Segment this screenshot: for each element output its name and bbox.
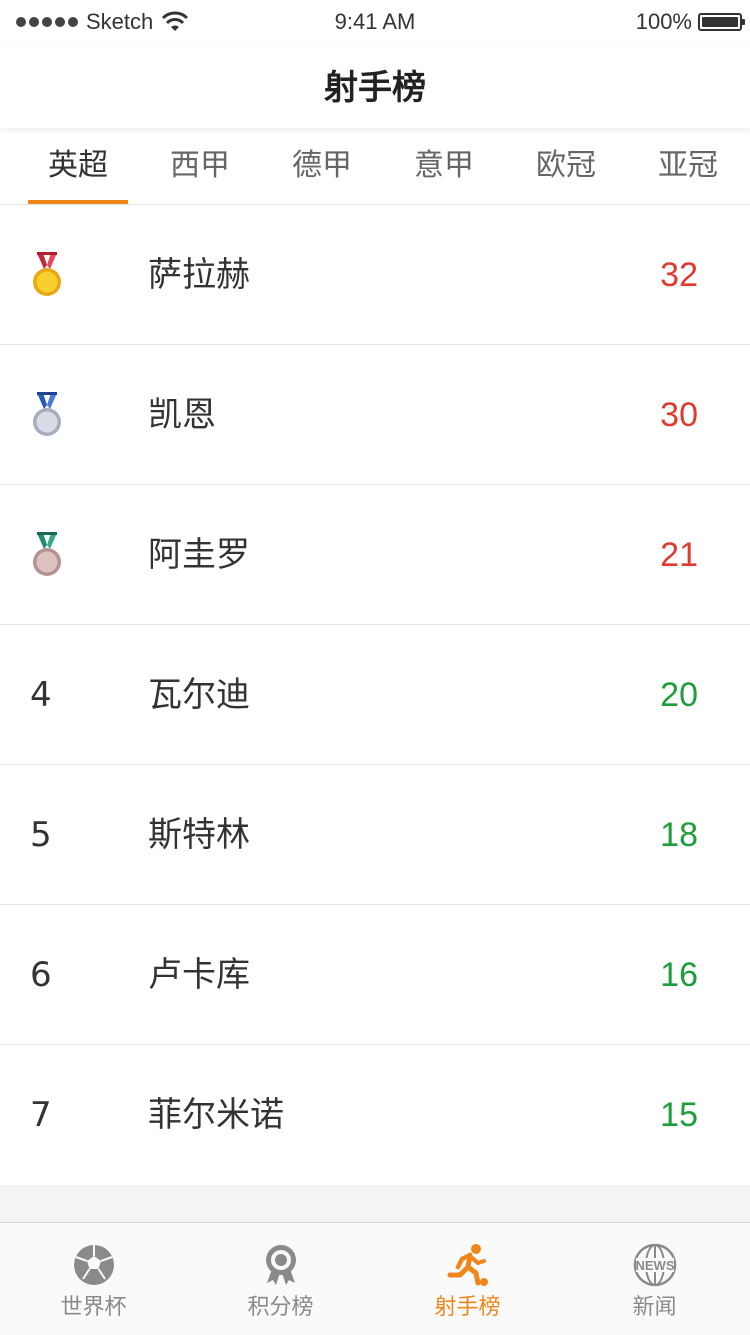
scorer-list: 萨拉赫 32 凯恩 30 阿圭罗 21 4 瓦尔迪 20 5 斯特林 18 6 … xyxy=(0,205,750,1185)
player-name: 阿圭罗 xyxy=(148,535,250,575)
bronze-medal-icon xyxy=(33,532,61,576)
list-item[interactable]: 萨拉赫 32 xyxy=(0,205,750,345)
gold-medal-icon xyxy=(33,252,61,296)
tab-champions-league[interactable]: 欧冠 xyxy=(516,128,616,204)
page-title: 射手榜 xyxy=(324,68,426,108)
goal-count: 18 xyxy=(660,816,698,854)
player-name: 瓦尔迪 xyxy=(148,675,250,715)
league-tabs: 英超 西甲 德甲 意甲 欧冠 亚冠 xyxy=(0,128,750,205)
running-player-icon xyxy=(447,1244,488,1286)
goal-count: 15 xyxy=(660,1096,698,1134)
list-item[interactable]: 7 菲尔米诺 15 xyxy=(0,1045,750,1185)
tab-label: 德甲 xyxy=(292,148,352,183)
silver-medal-icon xyxy=(33,392,61,436)
tabbar-item-world-cup[interactable]: 世界杯 xyxy=(0,1223,187,1335)
tab-afc-champions-league[interactable]: 亚冠 xyxy=(638,128,738,204)
tabbar-label: 新闻 xyxy=(632,1295,677,1320)
battery-percentage: 100% xyxy=(635,9,692,34)
goal-count: 21 xyxy=(660,536,698,574)
rank-number: 7 xyxy=(30,1095,52,1135)
tabbar-label: 世界杯 xyxy=(60,1295,127,1320)
tab-label: 西甲 xyxy=(170,148,230,183)
navigation-bar: 射手榜 xyxy=(0,44,750,128)
list-item[interactable]: 5 斯特林 18 xyxy=(0,765,750,905)
rank-number: 5 xyxy=(30,815,52,855)
player-name: 凯恩 xyxy=(148,395,216,435)
bottom-tab-bar: 世界杯 积分榜 射手榜 NEWS 新闻 xyxy=(0,1222,750,1335)
soccer-ball-icon xyxy=(73,1245,114,1285)
goal-count: 20 xyxy=(660,676,698,714)
tabbar-label: 积分榜 xyxy=(247,1295,314,1320)
goal-count: 30 xyxy=(660,396,698,434)
active-tab-indicator xyxy=(28,200,128,204)
tab-label: 意甲 xyxy=(414,148,474,183)
award-ribbon-icon xyxy=(265,1245,296,1285)
player-name: 菲尔米诺 xyxy=(148,1095,284,1135)
list-item[interactable]: 4 瓦尔迪 20 xyxy=(0,625,750,765)
tab-bundesliga[interactable]: 德甲 xyxy=(272,128,372,204)
goal-count: 16 xyxy=(660,956,698,994)
tabbar-item-standings[interactable]: 积分榜 xyxy=(187,1223,374,1335)
tabbar-item-top-scorers[interactable]: 射手榜 xyxy=(374,1223,561,1335)
tab-serie-a[interactable]: 意甲 xyxy=(394,128,494,204)
rank-number: 4 xyxy=(30,675,52,715)
tab-label: 英超 xyxy=(48,148,108,183)
status-right: 100% xyxy=(635,8,745,36)
tab-label: 欧冠 xyxy=(536,148,596,183)
rank-number: 6 xyxy=(30,955,52,995)
battery-icon xyxy=(698,13,745,31)
tab-label: 亚冠 xyxy=(658,148,718,183)
player-name: 斯特林 xyxy=(148,815,250,855)
news-globe-icon: NEWS xyxy=(633,1243,676,1287)
goal-count: 32 xyxy=(660,256,698,294)
tab-premier-league[interactable]: 英超 xyxy=(28,128,128,204)
tabbar-item-news[interactable]: NEWS 新闻 xyxy=(561,1223,748,1335)
status-bar: Sketch 9:41 AM 100% xyxy=(0,0,750,44)
player-name: 卢卡库 xyxy=(148,955,250,995)
player-name: 萨拉赫 xyxy=(148,255,250,295)
tabbar-label: 射手榜 xyxy=(434,1295,501,1320)
list-item[interactable]: 凯恩 30 xyxy=(0,345,750,485)
tab-la-liga[interactable]: 西甲 xyxy=(150,128,250,204)
svg-text:NEWS: NEWS xyxy=(635,1258,674,1273)
list-item[interactable]: 阿圭罗 21 xyxy=(0,485,750,625)
list-item[interactable]: 6 卢卡库 16 xyxy=(0,905,750,1045)
